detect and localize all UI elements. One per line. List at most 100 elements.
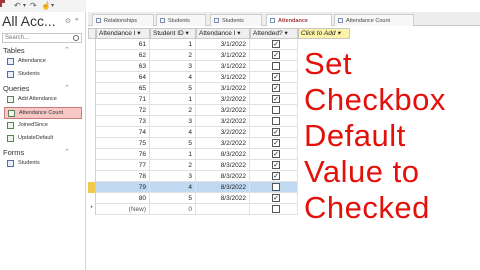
record-selector[interactable] <box>88 50 96 61</box>
customize-icon[interactable]: ▾ <box>51 1 54 11</box>
record-selector[interactable] <box>88 116 96 127</box>
attended-checkbox[interactable]: ✓ <box>272 95 280 103</box>
table-row[interactable]: 77 2 8/3/2022 ✓ <box>88 160 298 171</box>
cell-attendance-id[interactable]: 76 <box>96 149 150 160</box>
cell-attendance-date[interactable]: 8/3/2022 <box>196 171 250 182</box>
record-selector[interactable] <box>88 138 96 149</box>
table-row[interactable]: 64 4 3/1/2022 ✓ <box>88 72 298 83</box>
attended-checkbox[interactable] <box>272 106 280 114</box>
record-selector[interactable] <box>88 39 96 50</box>
cell-attendance-id[interactable]: 75 <box>96 138 150 149</box>
record-selector[interactable] <box>88 171 96 182</box>
cell-attendance-date[interactable] <box>196 204 250 215</box>
tab-attendance[interactable]: Attendance <box>266 14 332 26</box>
cell-attendance-date[interactable]: 3/2/2022 <box>196 138 250 149</box>
cell-attendance-id[interactable]: 77 <box>96 160 150 171</box>
cell-student-id[interactable]: 0 <box>150 204 196 215</box>
undo-icon[interactable]: ↶ <box>14 1 21 11</box>
cell-attendance-date[interactable]: 3/1/2022 <box>196 50 250 61</box>
record-selector[interactable] <box>88 160 96 171</box>
record-selector[interactable] <box>88 149 96 160</box>
chevron-up-icon[interactable]: ⌃ <box>64 148 70 156</box>
redo-icon[interactable]: ↷ <box>30 1 37 11</box>
table-row[interactable]: 72 2 3/2/2022 <box>88 105 298 116</box>
attended-checkbox[interactable]: ✓ <box>272 128 280 136</box>
group-forms[interactable]: Forms <box>3 148 24 157</box>
cell-attendance-id[interactable]: 64 <box>96 72 150 83</box>
cell-attendance-date[interactable]: 3/1/2022 <box>196 72 250 83</box>
record-selector[interactable] <box>88 193 96 204</box>
cell-student-id[interactable]: 5 <box>150 193 196 204</box>
cell-attendance-id[interactable]: 79 <box>96 182 150 193</box>
chevron-up-icon[interactable]: ⌃ <box>64 84 70 92</box>
nav-item-attendance[interactable]: Attendance <box>4 56 82 68</box>
cell-attendance-date[interactable]: 3/2/2022 <box>196 127 250 138</box>
tab-relationships[interactable]: Relationships <box>92 14 154 26</box>
nav-item-updatedefault[interactable]: UpdateDefault <box>4 133 82 145</box>
record-selector[interactable] <box>88 127 96 138</box>
attended-checkbox[interactable]: ✓ <box>272 172 280 180</box>
attended-checkbox[interactable]: ✓ <box>272 51 280 59</box>
cell-student-id[interactable]: 5 <box>150 83 196 94</box>
group-queries[interactable]: Queries <box>3 84 29 93</box>
tab-students-form[interactable]: Students <box>210 14 262 26</box>
table-row[interactable]: 78 3 8/3/2022 ✓ <box>88 171 298 182</box>
undo-dropdown-icon[interactable]: ▾ <box>23 1 26 11</box>
save-icon[interactable] <box>0 0 2 7</box>
attended-checkbox[interactable]: ✓ <box>272 73 280 81</box>
cell-attendance-id[interactable]: 74 <box>96 127 150 138</box>
table-row[interactable]: 62 2 3/1/2022 ✓ <box>88 50 298 61</box>
cell-attendance-date[interactable]: 3/2/2022 <box>196 105 250 116</box>
new-record-row[interactable]: * (New) 0 <box>88 204 298 215</box>
attended-checkbox[interactable]: ✓ <box>272 161 280 169</box>
cell-attendance-date[interactable]: 8/3/2022 <box>196 193 250 204</box>
table-row[interactable]: 80 5 8/3/2022 ✓ <box>88 193 298 204</box>
cell-attendance-date[interactable]: 3/1/2022 <box>196 39 250 50</box>
cell-attendance-date[interactable]: 3/2/2022 <box>196 94 250 105</box>
nav-menu-chevron-icon[interactable]: ⊙ <box>65 17 71 25</box>
cell-attendance-id[interactable]: 61 <box>96 39 150 50</box>
cell-student-id[interactable]: 4 <box>150 72 196 83</box>
cell-attendance-date[interactable]: 3/2/2022 <box>196 116 250 127</box>
cell-student-id[interactable]: 4 <box>150 127 196 138</box>
cell-student-id[interactable]: 4 <box>150 182 196 193</box>
cell-student-id[interactable]: 3 <box>150 171 196 182</box>
group-tables[interactable]: Tables <box>3 46 25 55</box>
attended-checkbox[interactable]: ✓ <box>272 139 280 147</box>
cell-attendance-date[interactable]: 8/3/2022 <box>196 149 250 160</box>
cell-attendance-date[interactable]: 8/3/2022 <box>196 160 250 171</box>
cell-student-id[interactable]: 5 <box>150 138 196 149</box>
cell-attendance-id[interactable]: 65 <box>96 83 150 94</box>
record-selector[interactable] <box>88 182 96 193</box>
tab-students-table[interactable]: Students <box>156 14 206 26</box>
cell-attendance-id[interactable]: 80 <box>96 193 150 204</box>
attended-checkbox[interactable] <box>272 62 280 70</box>
nav-title[interactable]: All Acc... <box>2 13 56 29</box>
cell-student-id[interactable]: 1 <box>150 94 196 105</box>
table-row[interactable]: 79 4 8/3/2022 <box>88 182 298 193</box>
search-input[interactable]: Search... <box>2 33 82 43</box>
nav-item-students-form[interactable]: Students <box>4 158 82 170</box>
attended-checkbox[interactable]: ✓ <box>272 194 280 202</box>
cell-student-id[interactable]: 3 <box>150 116 196 127</box>
cell-attendance-id[interactable]: (New) <box>96 204 150 215</box>
attended-checkbox[interactable] <box>272 117 280 125</box>
cell-student-id[interactable]: 1 <box>150 39 196 50</box>
attended-checkbox[interactable]: ✓ <box>272 40 280 48</box>
cell-student-id[interactable]: 2 <box>150 105 196 116</box>
select-all-corner[interactable] <box>88 28 96 39</box>
cell-attendance-id[interactable]: 71 <box>96 94 150 105</box>
cell-student-id[interactable]: 2 <box>150 50 196 61</box>
new-record-selector[interactable]: * <box>88 204 96 215</box>
record-selector[interactable] <box>88 72 96 83</box>
table-row[interactable]: 63 3 3/1/2022 <box>88 61 298 72</box>
table-row[interactable]: 61 1 3/1/2022 ✓ <box>88 39 298 50</box>
table-row[interactable]: 71 1 3/2/2022 ✓ <box>88 94 298 105</box>
table-row[interactable]: 73 3 3/2/2022 <box>88 116 298 127</box>
attended-checkbox[interactable] <box>272 183 280 191</box>
table-row[interactable]: 65 5 3/1/2022 ✓ <box>88 83 298 94</box>
attended-checkbox[interactable] <box>272 205 280 213</box>
cell-student-id[interactable]: 2 <box>150 160 196 171</box>
column-header-attendance-date[interactable]: Attendance I ▾ <box>196 28 250 39</box>
nav-item-add-attendance[interactable]: Add Attendance <box>4 94 82 106</box>
